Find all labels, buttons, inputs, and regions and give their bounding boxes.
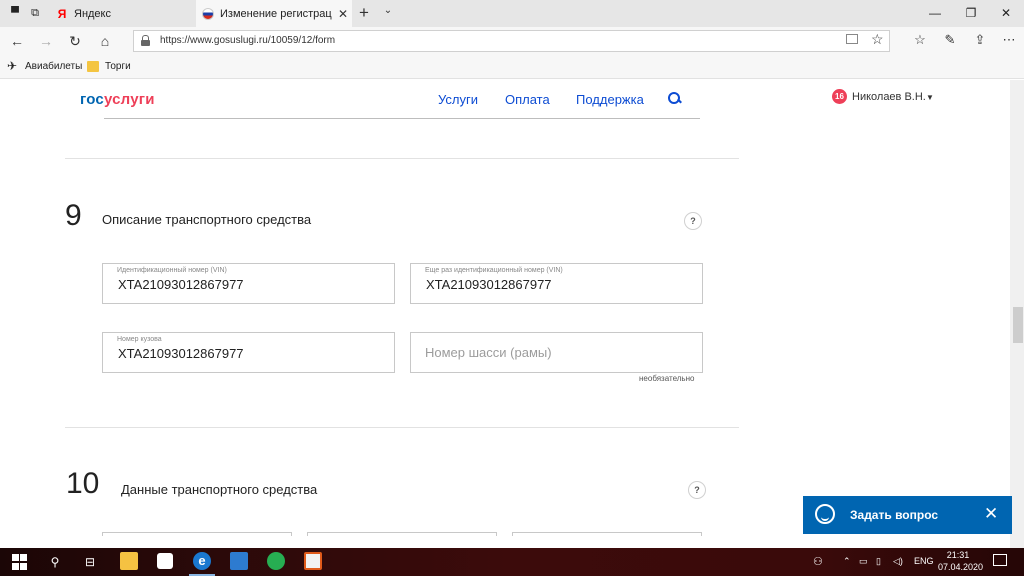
- chassis-number-field[interactable]: Номер шасси (рамы): [410, 332, 703, 373]
- plane-icon: ✈: [7, 59, 18, 73]
- site-header: госуслуги Услуги Оплата Поддержка 16 Ник…: [0, 80, 1010, 117]
- tab-yandex[interactable]: Я Яндекс: [50, 0, 195, 27]
- notifications-icon[interactable]: [993, 554, 1007, 566]
- field-value: XTA21093012867977: [118, 346, 244, 361]
- back-icon[interactable]: ←: [8, 32, 26, 50]
- whatsapp-icon[interactable]: [267, 552, 285, 570]
- favorite-star-icon[interactable]: ☆: [871, 31, 884, 48]
- scrollbar-thumb[interactable]: [1013, 307, 1023, 343]
- nav-services[interactable]: Услуги: [438, 92, 478, 107]
- ask-question-widget[interactable]: Задать вопрос ✕: [803, 496, 1012, 534]
- input-field[interactable]: [307, 532, 497, 536]
- new-tab-icon[interactable]: +: [356, 3, 372, 23]
- browser-window: ▀ ⧉ Я Яндекс Изменение регистрац ✕ + ⌄ —…: [0, 0, 1024, 576]
- more-icon[interactable]: ⋯: [1001, 32, 1017, 48]
- logo-part: гос: [80, 91, 104, 108]
- windows-taskbar: ⚲ ⊟ e ⚇ ⌃ ▭ ▯ ◁) ENG: [0, 548, 1024, 576]
- refresh-icon[interactable]: ↻: [66, 32, 84, 50]
- mail-icon[interactable]: [230, 552, 248, 570]
- field-label: Еще раз идентификационный номер (VIN): [425, 267, 563, 274]
- windows-start-icon[interactable]: [12, 554, 28, 570]
- input-field[interactable]: [512, 532, 702, 536]
- minimize-icon[interactable]: —: [917, 0, 953, 27]
- nav-payment[interactable]: Оплата: [505, 92, 550, 107]
- network-icon[interactable]: ▭: [859, 556, 868, 567]
- logo-part: услуги: [103, 91, 155, 108]
- edge-icon[interactable]: e: [193, 552, 211, 570]
- people-icon[interactable]: ⚇: [813, 555, 823, 568]
- tab-gosuslugi[interactable]: Изменение регистрац ✕: [196, 0, 352, 27]
- tab-actions-icon[interactable]: ▀: [8, 6, 22, 20]
- close-tab-icon[interactable]: ✕: [334, 7, 352, 21]
- address-bar[interactable]: https://www.gosuslugi.ru/10059/12/form: [133, 30, 890, 52]
- tab-title: Яндекс: [74, 7, 111, 20]
- notification-badge[interactable]: 16: [832, 89, 847, 104]
- bookmark-label: Торги: [105, 61, 131, 72]
- document-app-icon[interactable]: [304, 552, 322, 570]
- section-title: Описание транспортного средства: [102, 212, 312, 227]
- help-icon[interactable]: ?: [688, 481, 706, 499]
- search-icon[interactable]: [668, 92, 680, 104]
- url-text: https://www.gosuslugi.ru/10059/12/form: [160, 35, 336, 46]
- share-icon[interactable]: ⇪: [972, 32, 988, 48]
- home-icon[interactable]: ⌂: [96, 32, 114, 50]
- field-value: XTA21093012867977: [426, 277, 552, 292]
- previous-field-bottom-border: [104, 118, 700, 119]
- search-icon[interactable]: ⚲: [47, 554, 63, 570]
- close-window-icon[interactable]: ✕: [988, 0, 1024, 27]
- chevron-down-icon[interactable]: ⌄: [382, 5, 394, 16]
- robot-icon: [815, 504, 835, 524]
- nav-support[interactable]: Поддержка: [576, 92, 644, 107]
- clock[interactable]: 21:31 07.04.2020: [938, 549, 984, 573]
- section-divider: [65, 427, 739, 428]
- lock-icon: [141, 35, 150, 46]
- forward-icon[interactable]: →: [37, 32, 55, 50]
- user-menu[interactable]: Николаев В.Н.: [852, 91, 926, 103]
- folder-icon: [87, 61, 99, 72]
- vin-repeat-field[interactable]: Еще раз идентификационный номер (VIN) XT…: [410, 263, 703, 304]
- section-title: Данные транспортного средства: [121, 482, 318, 497]
- caret-down-icon[interactable]: ▼: [926, 93, 934, 102]
- field-label: Идентификационный номер (VIN): [117, 267, 227, 274]
- vin-field[interactable]: Идентификационный номер (VIN) XTA2109301…: [102, 263, 395, 304]
- notes-icon[interactable]: ✎: [942, 32, 958, 48]
- section-divider: [65, 158, 739, 159]
- optional-note: необязательно: [639, 374, 695, 383]
- bookmark-label: Авиабилеты: [25, 61, 83, 72]
- bookmark-torgi[interactable]: Торги: [87, 61, 131, 72]
- bookmarks-bar: ✈ Авиабилеты Торги: [0, 55, 1024, 79]
- maximize-icon[interactable]: ❐: [953, 0, 989, 27]
- language-indicator[interactable]: ENG: [914, 556, 934, 566]
- favorites-icon[interactable]: ☆: [912, 32, 928, 48]
- battery-icon[interactable]: ▯: [876, 556, 881, 567]
- field-label: Номер кузова: [117, 336, 162, 343]
- ask-question-label: Задать вопрос: [850, 508, 939, 522]
- yandex-icon: Я: [57, 6, 67, 21]
- russia-flag-icon: [202, 7, 214, 20]
- chevron-up-icon[interactable]: ⌃: [843, 556, 851, 567]
- tab-back-icon[interactable]: ⧉: [28, 6, 42, 20]
- gosuslugi-logo[interactable]: госуслуги: [80, 91, 155, 108]
- file-explorer-icon[interactable]: [120, 552, 138, 570]
- task-view-icon[interactable]: ⊟: [82, 554, 98, 570]
- section-number: 10: [66, 467, 100, 500]
- clock-time: 21:31: [946, 550, 970, 560]
- field-value: XTA21093012867977: [118, 277, 244, 292]
- field-placeholder: Номер шасси (рамы): [425, 345, 552, 360]
- volume-icon[interactable]: ◁): [893, 556, 903, 567]
- bookmark-aviabilety[interactable]: ✈ Авиабилеты: [7, 59, 83, 73]
- close-icon[interactable]: ✕: [984, 504, 998, 524]
- input-field[interactable]: [102, 532, 292, 536]
- help-icon[interactable]: ?: [684, 212, 702, 230]
- reading-view-icon[interactable]: [846, 34, 858, 44]
- tab-title: Изменение регистрац: [220, 7, 332, 20]
- section-number: 9: [65, 199, 82, 232]
- tab-bar: ▀ ⧉ Я Яндекс Изменение регистрац ✕ + ⌄ —…: [0, 0, 1024, 27]
- store-icon[interactable]: [157, 553, 173, 569]
- body-number-field[interactable]: Номер кузова XTA21093012867977: [102, 332, 395, 373]
- clock-date: 07.04.2020: [938, 562, 984, 572]
